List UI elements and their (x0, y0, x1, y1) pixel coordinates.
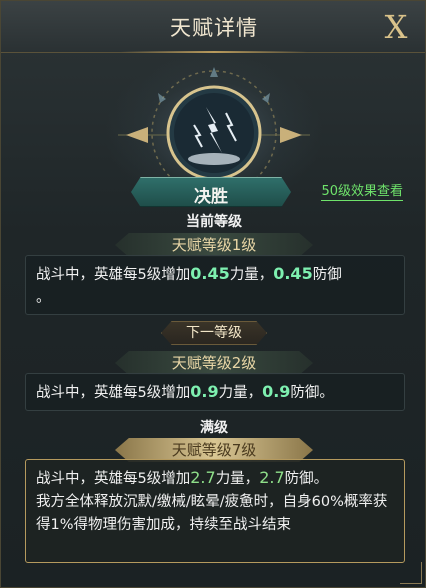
max-level-desc: 战斗中，英雄每5级增加2.7力量，2.7防御。 我方全体释放沉默/缴械/眩晕/疲惫… (25, 459, 405, 563)
corner-ornament (400, 562, 422, 584)
current-level-label: 当前等级 (186, 214, 242, 230)
next-level-desc: 战斗中，英雄每5级增加0.9力量，0.9防御。 (25, 373, 405, 411)
current-level-desc: 战斗中，英雄每5级增加0.45力量，0.45防御。 (25, 255, 405, 315)
desc-value: 2.7 (190, 468, 216, 487)
next-level-tag: 下一等级 (161, 321, 267, 345)
lv50-effect-link[interactable]: 50级效果查看 (321, 184, 403, 201)
desc-text: 力量， (215, 471, 260, 487)
desc-value: 2.7 (259, 468, 285, 487)
desc-text: 我方全体释放沉默/缴械/眩晕/疲惫时，自身60%概率获得1%得物理伤害加成，持续… (36, 494, 388, 533)
desc-text: 力量， (229, 267, 274, 283)
desc-value: 0.9 (262, 382, 291, 401)
max-level-label: 满级 (200, 420, 228, 436)
current-level-banner: 天赋等级1级 (115, 233, 313, 257)
close-button[interactable]: X (379, 9, 413, 45)
desc-text: 战斗中，英雄每5级增加 (36, 471, 191, 487)
desc-text: 防御。 (290, 385, 334, 401)
desc-text: 防御 (312, 267, 342, 283)
talent-detail-panel: 天赋详情 X 决胜 50级效果查看 当前等级 天赋等级1级 战斗中，英雄每5级增… (0, 0, 426, 588)
desc-text: 。 (36, 290, 51, 306)
desc-text: 战斗中，英雄每5级增加 (36, 385, 191, 401)
desc-text: 防御。 (284, 471, 329, 487)
desc-value: 0.45 (190, 264, 230, 283)
next-level-banner: 天赋等级2级 (115, 351, 313, 375)
desc-value: 0.45 (273, 264, 313, 283)
lightning-talent-icon (118, 67, 310, 193)
desc-text: 力量， (218, 385, 263, 401)
desc-text: 战斗中，英雄每5级增加 (36, 267, 191, 283)
desc-value: 0.9 (190, 382, 219, 401)
talent-name: 决胜 (194, 187, 228, 207)
panel-title: 天赋详情 (170, 16, 258, 40)
